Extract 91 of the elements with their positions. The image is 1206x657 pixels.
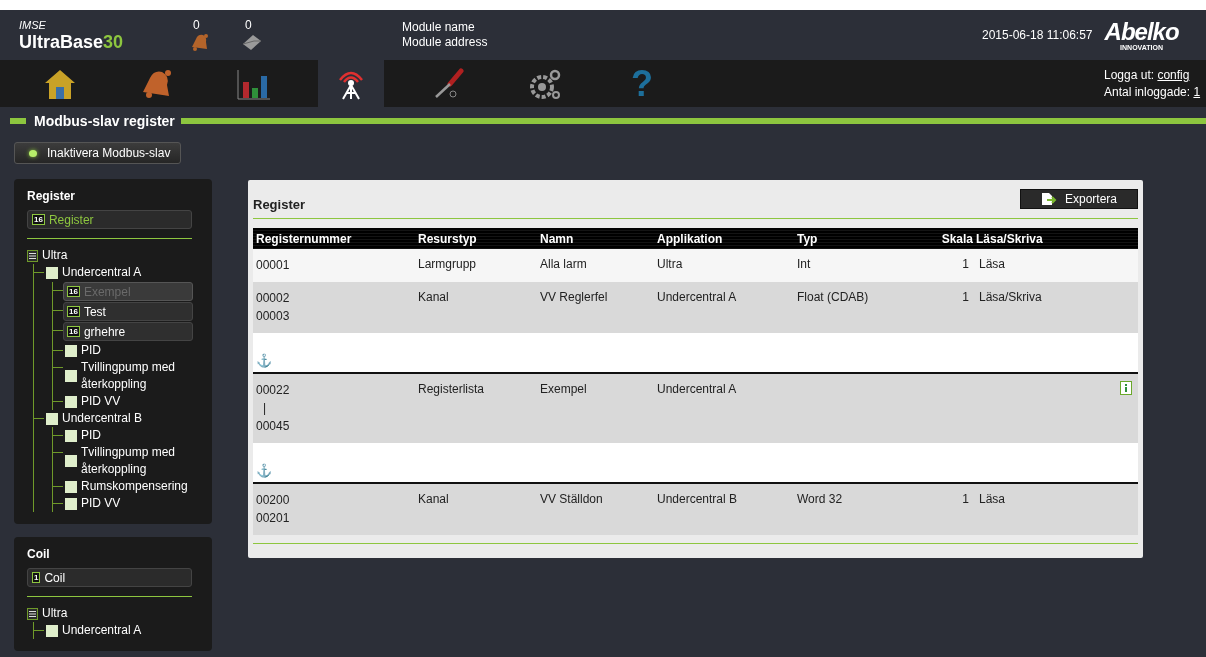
brand-name: UltraBase30 xyxy=(19,32,124,51)
bell-icon xyxy=(140,67,174,100)
page-title: Modbus-slav register xyxy=(34,113,175,129)
table-cell-text: Registerlista xyxy=(418,381,486,398)
table-cell-text: Alla larm xyxy=(540,256,588,273)
info-icon[interactable] xyxy=(1120,381,1132,395)
panel-title: Coil xyxy=(27,547,50,561)
register-number: 00002 xyxy=(256,290,290,307)
column-header: Applikation xyxy=(656,231,724,246)
table-cell-text: Ultra xyxy=(657,256,684,273)
envelope-icon[interactable] xyxy=(241,32,263,52)
house-icon xyxy=(43,67,77,100)
table-cell-text: Int xyxy=(797,256,812,273)
tree-item[interactable]: PID VV xyxy=(81,495,121,512)
table-cell-text: Kanal xyxy=(418,289,450,306)
table-cell-text: Exempel xyxy=(540,381,588,398)
tree-item[interactable]: Ultra xyxy=(42,605,68,622)
folder-icon[interactable] xyxy=(65,344,77,357)
table-cell-text: VV Ställdon xyxy=(540,491,604,508)
folder-icon[interactable] xyxy=(65,497,77,510)
table-cell: 1 xyxy=(962,491,969,508)
panel-title: Register xyxy=(27,189,76,203)
export-button[interactable]: Exportera xyxy=(1020,189,1138,209)
column-header: Namn xyxy=(539,231,575,246)
table-cell-text: Undercentral B xyxy=(657,491,739,508)
title-accent-bar xyxy=(10,118,26,124)
table-cell-text: Word 32 xyxy=(797,491,844,508)
folder-icon[interactable] xyxy=(65,480,77,493)
module-name: Module name xyxy=(402,20,476,35)
tree-item[interactable]: Rumskompensering xyxy=(81,478,188,495)
anchor-glyph: ⚓ xyxy=(256,353,272,368)
table-cell-text: Undercentral A xyxy=(657,381,738,398)
tree-item[interactable]: PID VV xyxy=(81,393,121,410)
register-number: 00045 xyxy=(256,418,290,435)
module-address: Module address xyxy=(402,35,489,50)
logo-name: Abelko xyxy=(1104,19,1179,44)
column-header: Registernummer xyxy=(255,231,353,246)
counter-value: 0 xyxy=(193,18,200,32)
tree-item[interactable]: Undercentral B xyxy=(62,410,143,427)
tree-item[interactable]: PID xyxy=(81,342,101,359)
tree-item[interactable]: Undercentral A xyxy=(62,622,142,639)
folder-icon[interactable] xyxy=(46,624,58,637)
brand-subtitle: IMSE xyxy=(19,19,46,31)
table-cell: 1 xyxy=(962,256,969,273)
folder-icon[interactable] xyxy=(46,412,58,425)
register-number: 00001 xyxy=(256,257,290,274)
table-cell-text: Undercentral A xyxy=(657,289,738,306)
column-header: Skala xyxy=(940,231,973,246)
table-cell-text: Kanal xyxy=(418,491,450,508)
logged-in-label: Antal inloggade: 1 xyxy=(1104,85,1202,99)
folder-icon[interactable] xyxy=(65,429,77,442)
register-item[interactable]: 16 Test xyxy=(63,302,193,321)
table-cell-text: Float (CDAB) xyxy=(797,289,870,306)
column-header: Läsa/Skriva xyxy=(975,231,1044,246)
column-header: Typ xyxy=(796,231,819,246)
export-icon xyxy=(1041,192,1057,206)
register-number: 00200 xyxy=(256,492,290,509)
folder-icon[interactable] xyxy=(46,266,58,279)
bar-chart-icon xyxy=(237,67,271,100)
tree-item[interactable]: Tvillingpump med återkoppling xyxy=(81,444,199,478)
list-icon[interactable] xyxy=(27,249,38,262)
logged-in-count-link[interactable]: 1 xyxy=(1193,85,1201,99)
table-cell-text: VV Reglerfel xyxy=(540,289,609,306)
register-number: 00201 xyxy=(256,510,290,527)
tree-item[interactable]: Undercentral A xyxy=(62,264,142,281)
logout-label: Logga ut: config xyxy=(1104,68,1191,82)
register-number: | xyxy=(263,400,267,417)
bell-icon[interactable] xyxy=(189,32,211,52)
register-type-button[interactable]: 16 Register xyxy=(27,210,192,229)
register-item[interactable]: 16 grhehre xyxy=(63,322,193,341)
column-header: Resurstyp xyxy=(417,231,478,246)
table-cell-text: Larmgrupp xyxy=(418,256,478,273)
list-icon[interactable] xyxy=(27,607,38,620)
tree-item[interactable]: Ultra xyxy=(42,247,68,264)
table-cell-text: Läsa xyxy=(979,256,1007,273)
table-cell-text: Läsa xyxy=(979,491,1007,508)
deactivate-button[interactable]: Inaktivera Modbus-slav xyxy=(14,142,182,164)
register-type-button[interactable]: 1 Coil xyxy=(27,568,192,587)
date-time: 2015-06-18 11:06:57 xyxy=(982,28,1093,42)
user-link[interactable]: config xyxy=(1157,68,1190,82)
gears-icon xyxy=(528,67,562,100)
register-number: 00003 xyxy=(256,308,290,325)
table-cell-text: Läsa/Skriva xyxy=(979,289,1043,306)
tree-item[interactable]: Tvillingpump med återkoppling xyxy=(81,359,199,393)
anchor-glyph: ⚓ xyxy=(256,463,272,478)
table-cell: 1 xyxy=(962,289,969,306)
tree-item[interactable]: PID xyxy=(81,427,101,444)
register-number: 00022 xyxy=(256,382,290,399)
panel-title: Register xyxy=(253,196,306,212)
counter-value: 0 xyxy=(245,18,252,32)
folder-icon[interactable] xyxy=(65,395,77,408)
